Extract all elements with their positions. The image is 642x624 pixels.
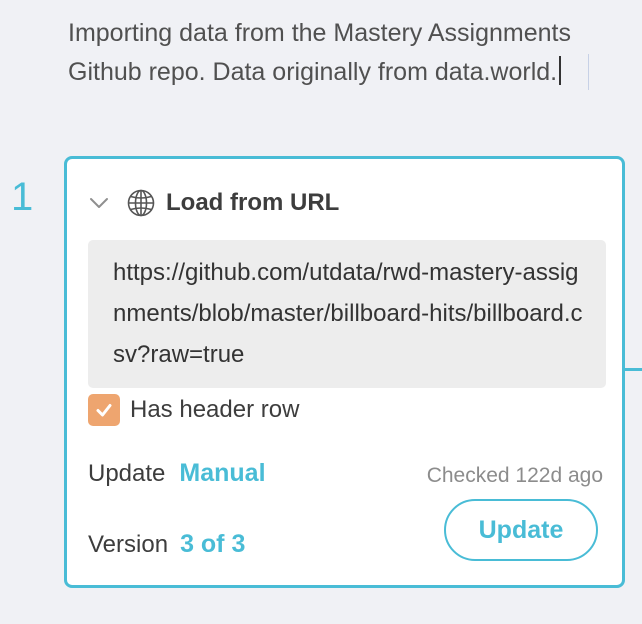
update-mode-toggle[interactable]: Manual [179,459,265,488]
chevron-down-icon[interactable] [88,192,110,214]
step-connector [622,368,642,371]
update-button[interactable]: Update [444,499,598,561]
step-note[interactable]: Importing data from the Mastery Assignme… [68,14,598,92]
checked-status: Checked 122d ago [426,464,603,487]
note-edge-divider [588,54,589,90]
version-label: Version [88,531,169,558]
text-cursor [559,56,562,85]
update-label: Update [88,460,166,487]
version-selector[interactable]: 3 of 3 [180,530,245,559]
has-header-row-checkbox[interactable] [88,394,120,426]
version-row: Version 3 of 3 [88,530,245,559]
step-card[interactable]: Load from URL https://github.com/utdata/… [64,156,625,588]
step-title: Load from URL [166,189,340,216]
page: Importing data from the Mastery Assignme… [0,0,642,624]
has-header-row-option[interactable]: Has header row [88,394,299,426]
has-header-row-label[interactable]: Has header row [130,396,299,424]
checkmark-icon [96,404,112,417]
update-mode-row: Update Manual [88,459,266,488]
url-field[interactable]: https://github.com/utdata/rwd-mastery-as… [88,240,606,388]
globe-icon [127,189,155,217]
step-number: 1 [11,175,34,219]
step-note-text[interactable]: Importing data from the Mastery Assignme… [68,19,571,86]
step-header[interactable]: Load from URL [88,187,339,219]
